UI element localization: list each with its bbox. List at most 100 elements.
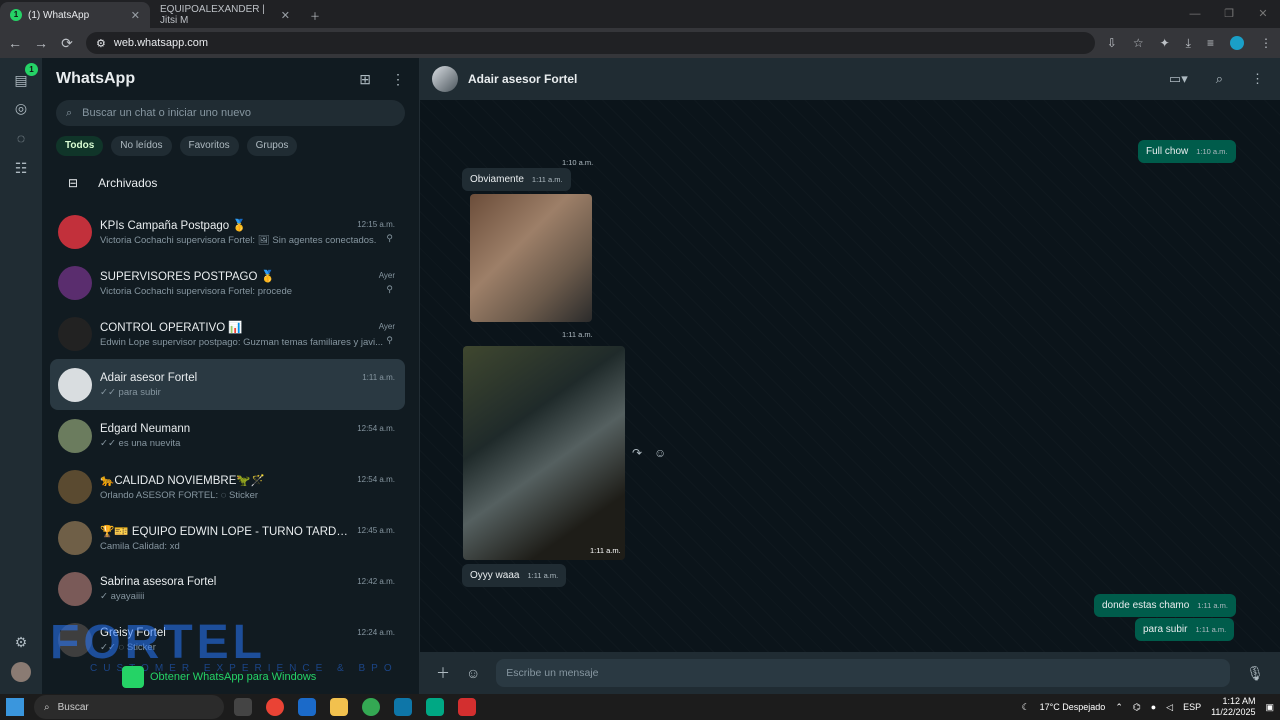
download-icon[interactable]: ⤓ <box>1186 36 1191 51</box>
incoming-message[interactable]: Oyyy waaa 1:11 a.m. <box>462 564 567 587</box>
filter-no-leidos[interactable]: No leídos <box>111 136 172 156</box>
steam-icon[interactable] <box>394 698 412 716</box>
message-time: 1:11 a.m. <box>1195 625 1227 634</box>
filter-favoritos[interactable]: Favoritos <box>179 136 239 156</box>
chat-avatar <box>58 367 92 402</box>
chat-name: 🏆🎫 EQUIPO EDWIN LOPE - TURNO TARDE 🐯👻 <box>100 525 352 538</box>
contact-avatar[interactable] <box>432 66 458 92</box>
weather[interactable]: 17°C Despejado <box>1040 702 1106 712</box>
chat-body: CONTROL OPERATIVO 📊 Ayer Edwin Lope supe… <box>100 320 405 348</box>
new-chat-icon[interactable]: ⊞ <box>359 71 371 88</box>
conversation-panel: Adair asesor Fortel ▭▾ ⌕ ⋮ 1:10 a.m. Ful… <box>420 58 1280 694</box>
profile-avatar[interactable] <box>1230 36 1244 50</box>
search-icon: ⌕ <box>44 701 50 713</box>
task-view-icon[interactable] <box>234 698 252 716</box>
wifi-icon[interactable]: ⌬ <box>1133 702 1141 713</box>
chat-list-item[interactable]: Sabrina asesora Fortel 12:42 a.m. ✓ ayay… <box>50 563 405 614</box>
pin-icon: ⚲ <box>386 284 393 294</box>
chrome-active-icon[interactable] <box>362 698 380 716</box>
minimize-icon[interactable]: — <box>1178 0 1212 28</box>
tab-jitsi[interactable]: EQUIPOALEXANDER | Jitsi M ✕ <box>150 2 300 28</box>
close-window-icon[interactable]: ✕ <box>1246 0 1280 28</box>
menu-icon[interactable]: ⋮ <box>1260 36 1272 50</box>
chevron-up-icon[interactable]: ⌃ <box>1115 702 1123 713</box>
site-info-icon[interactable]: ⚙ <box>96 37 106 50</box>
forward-icon[interactable]: ↷ <box>632 446 642 460</box>
channels-icon[interactable]: ◌ <box>11 128 31 148</box>
chat-body: SUPERVISORES POSTPAGO 🥇 Ayer Victoria Co… <box>100 269 405 297</box>
search-icon[interactable]: ⌕ <box>1216 71 1223 87</box>
outgoing-message[interactable]: Full chow 1:10 a.m. <box>1138 140 1236 163</box>
chat-list-item[interactable]: Adair asesor Fortel 1:11 a.m. ✓✓ para su… <box>50 359 405 410</box>
chat-name: Adair asesor Fortel <box>100 371 198 384</box>
message-time: 1:11 a.m. <box>590 546 621 555</box>
outgoing-message[interactable]: donde estas chamo 1:11 a.m. <box>1094 594 1236 617</box>
anydesk-icon[interactable] <box>458 698 476 716</box>
new-tab-button[interactable]: ＋ <box>300 2 330 28</box>
volume-icon[interactable]: ◁ <box>1166 702 1173 713</box>
chat-preview: ✓✓ es una nuevita <box>100 437 181 449</box>
media-icon[interactable]: ≡ <box>1207 36 1214 50</box>
search-input[interactable]: ⌕ Buscar un chat o iniciar uno nuevo <box>56 100 405 126</box>
reload-icon[interactable]: ⟳ <box>60 35 74 52</box>
notifications-icon[interactable]: ▣ <box>1265 702 1274 713</box>
extensions-icon[interactable]: ✦ <box>1160 36 1170 50</box>
maximize-icon[interactable]: ❐ <box>1212 0 1246 28</box>
language-label[interactable]: ESP <box>1183 702 1201 712</box>
chat-preview: ✓ ayayaiiii <box>100 590 145 602</box>
microphone-icon[interactable]: 🎙 <box>1246 665 1264 682</box>
chat-list-item[interactable]: 🐆CALIDAD NOVIEMBRE🦖🪄 12:54 a.m. Orlando … <box>50 461 405 512</box>
settings-icon[interactable]: ⚙ <box>11 632 31 652</box>
chat-list-item[interactable]: Edgard Neumann 12:54 a.m. ✓✓ es una nuev… <box>50 410 405 461</box>
profile-avatar[interactable] <box>11 662 31 682</box>
conversation-header[interactable]: Adair asesor Fortel ▭▾ ⌕ ⋮ <box>420 58 1280 100</box>
file-explorer-icon[interactable] <box>330 698 348 716</box>
tab-whatsapp[interactable]: 1 (1) WhatsApp ✕ <box>0 2 150 28</box>
get-whatsapp-windows-link[interactable]: Obtener WhatsApp para Windows <box>122 666 316 688</box>
incoming-photo[interactable] <box>470 194 592 322</box>
windows-taskbar: ⌕ Buscar ☾ 17°C Despejado ⌃ ⌬ ● ◁ ESP 1:… <box>0 694 1280 720</box>
start-icon[interactable] <box>6 698 24 716</box>
chat-list-item[interactable]: 🏆🎫 EQUIPO EDWIN LOPE - TURNO TARDE 🐯👻 12… <box>50 512 405 563</box>
message-time: 1:11 a.m. <box>562 330 593 339</box>
video-call-icon[interactable]: ▭▾ <box>1169 71 1188 87</box>
chat-list-item[interactable]: KPIs Campaña Postpago 🥇 12:15 a.m. Victo… <box>50 206 405 257</box>
forward-icon[interactable]: → <box>34 35 48 51</box>
app-icon[interactable] <box>426 698 444 716</box>
steam-icon[interactable] <box>298 698 316 716</box>
close-icon[interactable]: ✕ <box>131 9 140 22</box>
filter-todos[interactable]: Todos <box>56 136 104 156</box>
chat-avatar <box>58 265 92 300</box>
chat-bottom: ✓✓ para subir <box>100 384 405 398</box>
menu-icon[interactable]: ⋮ <box>1251 71 1264 87</box>
status-icon[interactable]: ◎ <box>11 98 31 118</box>
communities-icon[interactable]: ☷ <box>11 158 31 178</box>
chat-bottom: Victoria Cochachi supervisora Fortel: 🖼 … <box>100 232 405 246</box>
chat-list-item[interactable]: CONTROL OPERATIVO 📊 Ayer Edwin Lope supe… <box>50 308 405 359</box>
close-icon[interactable]: ✕ <box>281 9 290 22</box>
chat-list-item[interactable]: SUPERVISORES POSTPAGO 🥇 Ayer Victoria Co… <box>50 257 405 308</box>
emoji-react-icon[interactable]: ☺ <box>654 446 666 460</box>
menu-icon[interactable]: ⋮ <box>391 71 405 88</box>
outgoing-message[interactable]: para subir 1:11 a.m. <box>1135 618 1235 641</box>
install-app-icon[interactable]: ⇩ <box>1107 36 1117 50</box>
chat-name: Edgard Neumann <box>100 422 191 435</box>
microphone-icon[interactable]: ● <box>1151 702 1156 712</box>
archived-row[interactable]: ⊟ Archivados <box>42 164 419 202</box>
star-icon[interactable]: ☆ <box>1133 36 1144 50</box>
filter-grupos[interactable]: Grupos <box>246 136 298 156</box>
chat-time: Ayer <box>378 322 395 331</box>
clock[interactable]: 1:12 AM 11/22/2025 <box>1211 696 1255 718</box>
attach-icon[interactable]: ＋ <box>436 663 450 683</box>
archived-label: Archivados <box>98 176 158 190</box>
taskbar-search[interactable]: ⌕ Buscar <box>34 695 224 719</box>
emoji-icon[interactable]: ☺ <box>466 665 480 681</box>
browser-toolbar: ⇩ ☆ ✦ ⤓ ≡ ⋮ <box>1107 36 1272 51</box>
chrome-icon[interactable] <box>266 698 284 716</box>
incoming-message[interactable]: Obviamente 1:11 a.m. <box>462 168 571 191</box>
message-input[interactable]: Escribe un mensaje <box>496 659 1231 687</box>
incoming-photo[interactable] <box>463 346 625 560</box>
back-icon[interactable]: ← <box>8 35 22 51</box>
contact-name[interactable]: Adair asesor Fortel <box>468 72 577 86</box>
url-field[interactable]: ⚙ web.whatsapp.com <box>86 32 1095 54</box>
